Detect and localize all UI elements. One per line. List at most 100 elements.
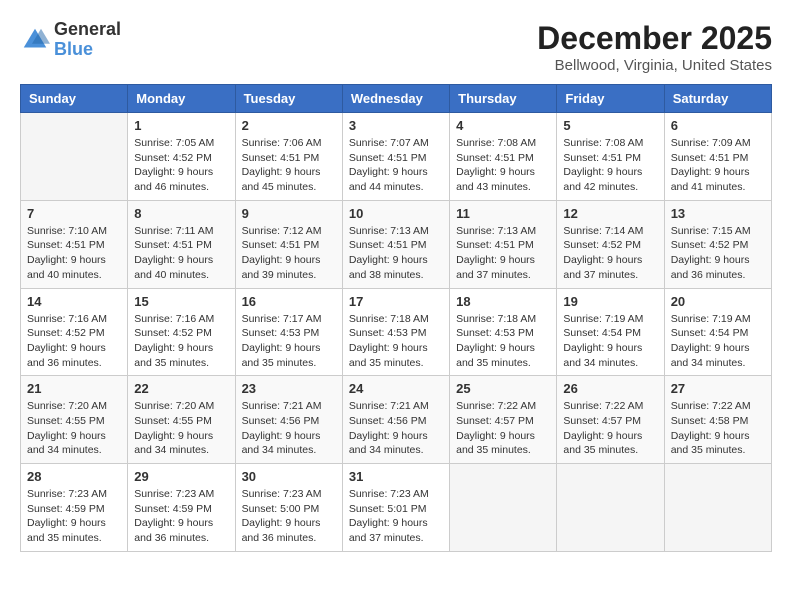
logo-line1: General (54, 20, 121, 40)
day-number: 6 (671, 118, 765, 133)
day-info: Sunrise: 7:12 AM Sunset: 4:51 PM Dayligh… (242, 224, 336, 283)
day-number: 10 (349, 206, 443, 221)
day-info: Sunrise: 7:19 AM Sunset: 4:54 PM Dayligh… (671, 312, 765, 371)
day-info: Sunrise: 7:11 AM Sunset: 4:51 PM Dayligh… (134, 224, 228, 283)
calendar-cell: 20Sunrise: 7:19 AM Sunset: 4:54 PM Dayli… (664, 288, 771, 376)
day-number: 9 (242, 206, 336, 221)
day-info: Sunrise: 7:05 AM Sunset: 4:52 PM Dayligh… (134, 136, 228, 195)
header-thursday: Thursday (450, 85, 557, 113)
calendar-cell: 12 Sunrise: 7:14 AM Sunset: 4:52 PM Dayli… (557, 200, 664, 288)
day-info: Sunrise: 7:13 AM Sunset: 4:51 PM Dayligh… (349, 224, 443, 283)
calendar-cell: 10 Sunrise: 7:13 AM Sunset: 4:51 PM Dayli… (342, 200, 449, 288)
day-number: 30 (242, 469, 336, 484)
day-number: 16 (242, 294, 336, 309)
day-info: Sunrise: 7:23 AM Sunset: 4:59 PM Dayligh… (134, 487, 228, 546)
day-number: 17 (349, 294, 443, 309)
day-info: Sunrise: 7:16 AM Sunset: 4:52 PM Dayligh… (134, 312, 228, 371)
calendar-header: SundayMondayTuesdayWednesdayThursdayFrid… (21, 85, 772, 113)
header-row: SundayMondayTuesdayWednesdayThursdayFrid… (21, 85, 772, 113)
day-info: Sunrise: 7:23 AM Sunset: 4:59 PM Dayligh… (27, 487, 121, 546)
day-info: Sunrise: 7:06 AM Sunset: 4:51 PM Dayligh… (242, 136, 336, 195)
day-number: 27 (671, 381, 765, 396)
logo-text: General Blue (54, 20, 121, 60)
calendar-cell: 19 Sunrise: 7:19 AM Sunset: 4:54 PM Dayli… (557, 288, 664, 376)
day-info: Sunrise: 7:22 AM Sunset: 4:58 PM Dayligh… (671, 399, 765, 458)
calendar-cell: 29 Sunrise: 7:23 AM Sunset: 4:59 PM Dayli… (128, 464, 235, 552)
calendar-cell: 23 Sunrise: 7:21 AM Sunset: 4:56 PM Dayli… (235, 376, 342, 464)
calendar-cell: 3 Sunrise: 7:07 AM Sunset: 4:51 PM Daylig… (342, 113, 449, 201)
day-number: 15 (134, 294, 228, 309)
day-info: Sunrise: 7:09 AM Sunset: 4:51 PM Dayligh… (671, 136, 765, 195)
logo-icon (20, 25, 50, 55)
day-info: Sunrise: 7:13 AM Sunset: 4:51 PM Dayligh… (456, 224, 550, 283)
calendar-cell: 28 Sunrise: 7:23 AM Sunset: 4:59 PM Dayli… (21, 464, 128, 552)
calendar-week-4: 21Sunrise: 7:20 AM Sunset: 4:55 PM Dayli… (21, 376, 772, 464)
calendar-cell: 5 Sunrise: 7:08 AM Sunset: 4:51 PM Daylig… (557, 113, 664, 201)
day-number: 31 (349, 469, 443, 484)
page-subtitle: Bellwood, Virginia, United States (537, 57, 772, 74)
calendar-cell: 1Sunrise: 7:05 AM Sunset: 4:52 PM Daylig… (128, 113, 235, 201)
day-number: 3 (349, 118, 443, 133)
day-number: 24 (349, 381, 443, 396)
calendar-cell: 11 Sunrise: 7:13 AM Sunset: 4:51 PM Dayli… (450, 200, 557, 288)
calendar-cell: 21Sunrise: 7:20 AM Sunset: 4:55 PM Dayli… (21, 376, 128, 464)
day-info: Sunrise: 7:19 AM Sunset: 4:54 PM Dayligh… (563, 312, 657, 371)
page-title: December 2025 (537, 20, 772, 57)
day-number: 18 (456, 294, 550, 309)
day-number: 22 (134, 381, 228, 396)
day-info: Sunrise: 7:14 AM Sunset: 4:52 PM Dayligh… (563, 224, 657, 283)
header-monday: Monday (128, 85, 235, 113)
day-number: 26 (563, 381, 657, 396)
logo-line2: Blue (54, 40, 121, 60)
day-info: Sunrise: 7:23 AM Sunset: 5:00 PM Dayligh… (242, 487, 336, 546)
calendar-cell: 4Sunrise: 7:08 AM Sunset: 4:51 PM Daylig… (450, 113, 557, 201)
calendar-body: 1Sunrise: 7:05 AM Sunset: 4:52 PM Daylig… (21, 113, 772, 552)
calendar-cell: 15 Sunrise: 7:16 AM Sunset: 4:52 PM Dayli… (128, 288, 235, 376)
day-info: Sunrise: 7:08 AM Sunset: 4:51 PM Dayligh… (563, 136, 657, 195)
day-number: 4 (456, 118, 550, 133)
day-info: Sunrise: 7:22 AM Sunset: 4:57 PM Dayligh… (456, 399, 550, 458)
header-wednesday: Wednesday (342, 85, 449, 113)
calendar-cell: 31 Sunrise: 7:23 AM Sunset: 5:01 PM Dayli… (342, 464, 449, 552)
calendar-cell: 13Sunrise: 7:15 AM Sunset: 4:52 PM Dayli… (664, 200, 771, 288)
calendar-cell: 18 Sunrise: 7:18 AM Sunset: 4:53 PM Dayli… (450, 288, 557, 376)
calendar-cell: 14Sunrise: 7:16 AM Sunset: 4:52 PM Dayli… (21, 288, 128, 376)
day-number: 28 (27, 469, 121, 484)
day-info: Sunrise: 7:22 AM Sunset: 4:57 PM Dayligh… (563, 399, 657, 458)
header-sunday: Sunday (21, 85, 128, 113)
day-number: 19 (563, 294, 657, 309)
calendar-cell: 7 Sunrise: 7:10 AM Sunset: 4:51 PM Daylig… (21, 200, 128, 288)
day-info: Sunrise: 7:07 AM Sunset: 4:51 PM Dayligh… (349, 136, 443, 195)
day-number: 13 (671, 206, 765, 221)
day-info: Sunrise: 7:10 AM Sunset: 4:51 PM Dayligh… (27, 224, 121, 283)
day-number: 23 (242, 381, 336, 396)
title-block: December 2025 Bellwood, Virginia, United… (537, 20, 772, 74)
calendar-cell: 25Sunrise: 7:22 AM Sunset: 4:57 PM Dayli… (450, 376, 557, 464)
calendar-cell: 6 Sunrise: 7:09 AM Sunset: 4:51 PM Daylig… (664, 113, 771, 201)
header-friday: Friday (557, 85, 664, 113)
day-number: 5 (563, 118, 657, 133)
calendar-cell (664, 464, 771, 552)
calendar-cell: 16 Sunrise: 7:17 AM Sunset: 4:53 PM Dayli… (235, 288, 342, 376)
day-info: Sunrise: 7:16 AM Sunset: 4:52 PM Dayligh… (27, 312, 121, 371)
day-info: Sunrise: 7:17 AM Sunset: 4:53 PM Dayligh… (242, 312, 336, 371)
day-number: 7 (27, 206, 121, 221)
day-info: Sunrise: 7:21 AM Sunset: 4:56 PM Dayligh… (242, 399, 336, 458)
day-number: 8 (134, 206, 228, 221)
day-number: 29 (134, 469, 228, 484)
calendar-cell: 9 Sunrise: 7:12 AM Sunset: 4:51 PM Daylig… (235, 200, 342, 288)
day-info: Sunrise: 7:18 AM Sunset: 4:53 PM Dayligh… (456, 312, 550, 371)
logo: General Blue (20, 20, 121, 60)
calendar-week-2: 7 Sunrise: 7:10 AM Sunset: 4:51 PM Daylig… (21, 200, 772, 288)
day-info: Sunrise: 7:23 AM Sunset: 5:01 PM Dayligh… (349, 487, 443, 546)
calendar-week-5: 28 Sunrise: 7:23 AM Sunset: 4:59 PM Dayli… (21, 464, 772, 552)
calendar-cell: 30 Sunrise: 7:23 AM Sunset: 5:00 PM Dayli… (235, 464, 342, 552)
calendar-cell: 27 Sunrise: 7:22 AM Sunset: 4:58 PM Dayli… (664, 376, 771, 464)
day-info: Sunrise: 7:20 AM Sunset: 4:55 PM Dayligh… (27, 399, 121, 458)
calendar-week-1: 1Sunrise: 7:05 AM Sunset: 4:52 PM Daylig… (21, 113, 772, 201)
day-number: 11 (456, 206, 550, 221)
calendar-cell: 8 Sunrise: 7:11 AM Sunset: 4:51 PM Daylig… (128, 200, 235, 288)
day-number: 12 (563, 206, 657, 221)
calendar-cell: 22Sunrise: 7:20 AM Sunset: 4:55 PM Dayli… (128, 376, 235, 464)
calendar-cell: 24Sunrise: 7:21 AM Sunset: 4:56 PM Dayli… (342, 376, 449, 464)
